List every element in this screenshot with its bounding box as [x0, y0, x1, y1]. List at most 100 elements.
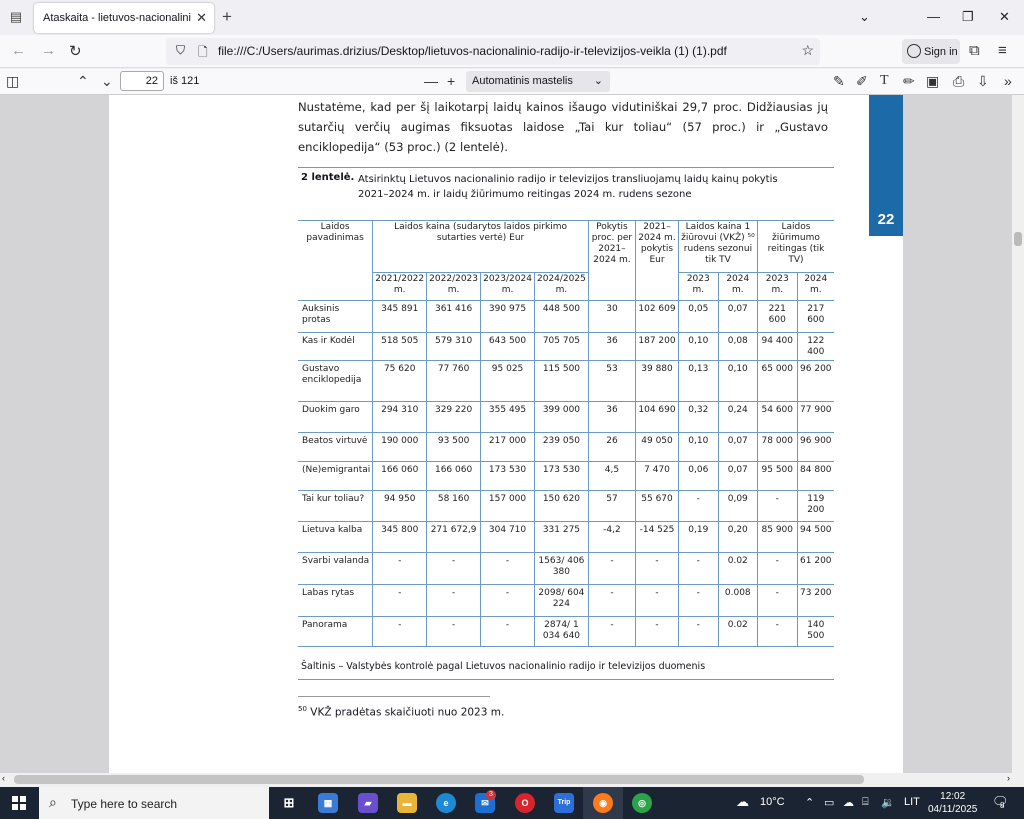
table-cell: 73 200 [796, 584, 834, 617]
zoom-select[interactable]: Automatinis mastelis ⌄ [466, 71, 610, 92]
menu-icon[interactable]: ≡ [998, 42, 1007, 59]
photos-icon[interactable]: ▰ [358, 793, 378, 813]
table-cell: 643 500 [480, 332, 535, 361]
print-icon[interactable]: ⎙ [953, 73, 964, 90]
extensions-icon[interactable]: ⧉ [969, 42, 980, 59]
clock-time: 12:02 [940, 791, 966, 802]
header-year: 2024/2025 m. [534, 272, 589, 301]
taskbar-search[interactable]: ⌕ Type here to search [39, 787, 269, 819]
table-row: Auksinis protas 345 891 361 416 390 975 448 … [298, 300, 834, 333]
table-cell: 4,5 [587, 461, 636, 491]
chrome-icon[interactable]: ◎ [632, 793, 652, 813]
search-placeholder: Type here to search [71, 797, 178, 811]
row-name: Duokim garo [298, 401, 373, 433]
vertical-scrollbar[interactable] [1012, 95, 1024, 785]
file-explorer-icon[interactable]: ▬ [397, 793, 417, 813]
row-name: Panorama [298, 616, 373, 647]
edit-icon[interactable]: ✎ [833, 73, 845, 90]
onedrive-icon[interactable]: ☁ [843, 796, 854, 809]
show-hidden-icons[interactable]: ⌃ [805, 796, 814, 809]
opera-icon[interactable]: O [515, 793, 535, 813]
meet-icon[interactable]: ▭ [824, 796, 834, 809]
table-cell: - [480, 616, 535, 647]
table-cell: 166 060 [426, 461, 481, 491]
weather-temp[interactable]: 10°C [760, 796, 785, 808]
next-page-icon[interactable]: ⌄ [101, 73, 113, 90]
shield-icon[interactable]: ⛉ [176, 43, 185, 58]
language-indicator[interactable]: LIT [904, 796, 920, 808]
more-tools-icon[interactable]: » [1004, 73, 1012, 89]
chevron-down-icon[interactable]: ⌄ [859, 9, 870, 25]
back-icon[interactable]: ← [11, 42, 26, 59]
zoom-in-icon[interactable]: + [447, 73, 455, 89]
url-bar[interactable]: ⛉ 🗋 file:///C:/Users/aurimas.drizius/Des… [166, 38, 820, 65]
table-body: Auksinis protas 345 891 361 416 390 975 448 … [298, 300, 834, 647]
header-rating: Laidos žiūrimumo reitingas (tik TV) [756, 220, 834, 273]
restore-icon[interactable]: ❐ [962, 9, 974, 25]
table-title-rule [298, 167, 834, 168]
previous-page-icon[interactable]: ⌃ [77, 73, 89, 90]
row-name: (Ne)emigrantai [298, 461, 373, 491]
header-year: 2021/2022 m. [372, 272, 427, 301]
table-cell: 84 800 [796, 461, 834, 491]
tab-list-icon[interactable]: ▤ [6, 7, 26, 27]
table-cell: 0,07 [717, 461, 758, 491]
table-cell: - [587, 584, 636, 617]
task-view-icon[interactable]: ⊞ [279, 793, 299, 813]
table-cell: 77 900 [796, 401, 834, 433]
horizontal-scroll-thumb[interactable] [14, 775, 864, 784]
forward-icon[interactable]: → [41, 42, 56, 59]
table-cell: 271 672,9 [426, 521, 481, 553]
table-cell: 0.02 [717, 552, 758, 585]
trip-icon[interactable]: Trip [554, 793, 574, 813]
close-window-icon[interactable]: ✕ [999, 9, 1010, 25]
table-cell: 0,10 [677, 332, 719, 361]
highlight-icon[interactable]: ✐ [856, 73, 868, 90]
weather-icon[interactable]: ☁ [736, 794, 749, 810]
network-icon[interactable]: ⌸ [862, 796, 869, 809]
header-per-viewer: Laidos kaina 1 žiūrovui (VKŽ) ⁵⁰ rudens … [677, 220, 758, 273]
close-tab-icon[interactable]: ✕ [196, 10, 207, 26]
header-name: Laidos pavadinimas [298, 220, 373, 301]
vertical-scroll-thumb[interactable] [1014, 232, 1022, 246]
table-cell: 448 500 [534, 300, 589, 333]
store-icon[interactable]: ▦ [318, 793, 338, 813]
scroll-right-icon[interactable]: › [1007, 773, 1010, 783]
table-cell: 102 609 [635, 300, 679, 333]
reload-icon[interactable]: ↻ [69, 42, 82, 60]
row-name: Kas ir Kodėl [298, 332, 373, 361]
star-icon[interactable]: ☆ [801, 42, 814, 59]
page-number-input[interactable]: 22 [120, 71, 164, 91]
search-icon: ⌕ [49, 794, 57, 810]
edge-icon[interactable]: e [436, 793, 456, 813]
volume-icon[interactable]: 🔉 [881, 796, 895, 809]
url-text[interactable]: file:///C:/Users/aurimas.drizius/Desktop… [218, 44, 727, 58]
table-cell: 30 [587, 300, 636, 333]
tab-active[interactable]: Ataskaita - lietuvos-nacionalinio-radijo… [34, 3, 214, 33]
table-cell: 57 [587, 490, 636, 522]
table-cell: 221 600 [756, 300, 798, 333]
table-cell: 150 620 [534, 490, 589, 522]
minimize-icon[interactable]: — [927, 9, 940, 24]
clock[interactable]: 12:02 04/11/2025 [928, 790, 977, 816]
scroll-left-icon[interactable]: ‹ [2, 773, 5, 783]
text-icon[interactable]: T [880, 73, 889, 89]
new-tab-icon[interactable]: + [222, 7, 232, 27]
sign-in-button[interactable]: Sign in [902, 39, 960, 64]
table-row: Labas rytas - - -2098/ 604 224- - -0.008-73 2… [298, 584, 834, 617]
table-cell: 0,10 [717, 360, 758, 402]
header-change-pct: Pokytis proc. per 2021–2024 m. [587, 220, 636, 301]
table-cell: 77 760 [426, 360, 481, 402]
zoom-out-icon[interactable]: — [424, 73, 438, 89]
table-cell: - [677, 552, 719, 585]
save-icon[interactable]: ⇩ [977, 73, 989, 90]
table-cell: 361 416 [426, 300, 481, 333]
table-cell: 329 220 [426, 401, 481, 433]
image-icon[interactable]: ▣ [926, 73, 939, 90]
horizontal-scrollbar[interactable]: ‹ › [0, 773, 1024, 786]
firefox-icon[interactable]: ◉ [593, 793, 613, 813]
zoom-value: Automatinis mastelis [472, 75, 573, 87]
draw-icon[interactable]: ✏ [903, 73, 915, 90]
windows-start-icon[interactable] [12, 796, 26, 810]
sidebar-toggle-icon[interactable]: ◫ [6, 73, 19, 90]
